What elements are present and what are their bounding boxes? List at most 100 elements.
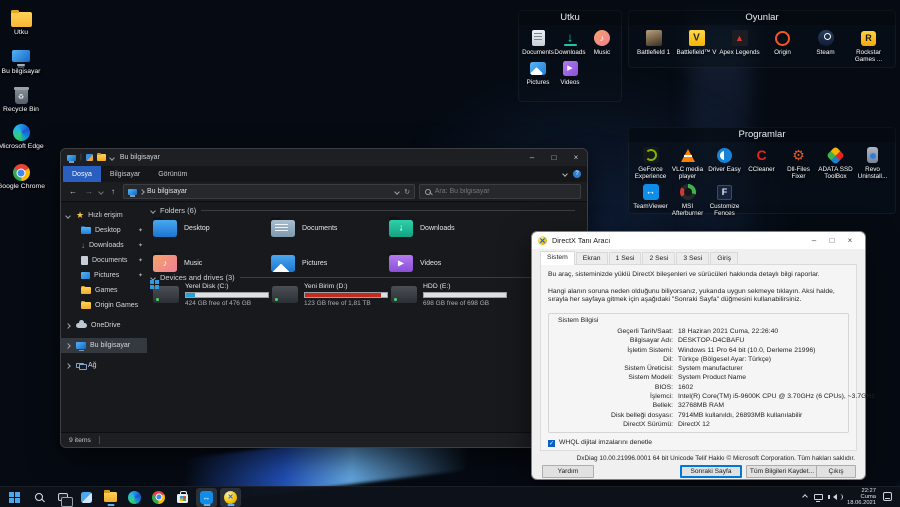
tab-bilgisayar[interactable]: Bilgisayar [101,166,149,182]
address-bar[interactable]: Bu bilgisayar ↻ [123,184,415,199]
shortcut-apex-legends[interactable]: Apex Legends [718,28,761,63]
fence-title[interactable]: Oyunlar [628,10,896,25]
file-explorer-button[interactable] [100,488,121,507]
shortcut-battlefield-1[interactable]: Battlefield 1 [632,28,675,63]
sidebar-item-onedrive[interactable]: OneDrive [61,318,147,333]
refresh-icon[interactable]: ↻ [404,188,410,196]
start-button[interactable] [4,488,25,507]
back-button[interactable]: ← [67,187,79,196]
network-icon[interactable] [814,494,823,500]
widgets-button[interactable] [76,488,97,507]
shortcut-geforce-experience[interactable]: GeForce Experience [632,145,669,180]
shortcut-teamviewer[interactable]: TeamViewer [632,182,669,217]
shortcut-documents[interactable]: Documents [522,28,554,56]
new-folder-icon[interactable] [97,154,106,161]
drive-tile-e[interactable]: HDD (E:) 698 GB free of 698 GB [391,282,510,307]
help-icon[interactable]: ? [573,170,581,178]
expand-ribbon-chevron-icon[interactable] [562,171,568,177]
save-all-information-button[interactable]: Tüm Bilgileri Kaydet... [746,465,818,478]
tab-ses-3[interactable]: 3 Sesi [676,252,709,265]
sidebar-item-downloads[interactable]: ↓Downloads✦ [61,238,147,253]
dxdiag-titlebar[interactable]: DirectX Tanı Aracı – □ × [532,232,865,249]
shortcut-customize-fences[interactable]: Customize Fences [706,182,743,217]
maximize-button[interactable]: □ [543,149,565,166]
action-center-icon[interactable] [883,492,892,501]
properties-icon[interactable] [86,154,93,161]
desktop-icon-edge[interactable]: Microsoft Edge [0,120,46,151]
tab-giris[interactable]: Giriş [710,252,738,265]
close-button[interactable]: × [565,149,587,166]
tab-sistem[interactable]: Sistem [540,251,575,265]
volume-icon[interactable] [830,494,837,500]
whql-checkbox-row[interactable]: ✓ WHQL dijital imzalarını denetle [548,439,849,448]
shortcut-driver-easy[interactable]: Driver Easy [706,145,743,180]
shortcut-revo-uninstaller[interactable]: Revo Uninstall... [854,145,891,180]
section-header-drives[interactable]: Devices and drives (3) [151,273,575,282]
shortcut-music[interactable]: Music [586,28,618,56]
desktop-icon-recycle-bin[interactable]: Recycle Bin [0,83,46,114]
shortcut-msi-afterburner[interactable]: MSI Afterburner [669,182,706,217]
sidebar-item-quick-access[interactable]: ★Hızlı erişim [61,208,147,223]
hidden-icons-chevron-icon[interactable] [802,494,808,500]
desktop-icon-chrome[interactable]: Google Chrome [0,160,46,191]
clock[interactable]: 22:27 Cuma 18.06.2021 [847,488,876,507]
shortcut-vlc[interactable]: VLC media player [669,145,706,180]
edge-button[interactable] [124,488,145,507]
fence-title[interactable]: Programlar [628,127,896,142]
shortcut-downloads[interactable]: Downloads [554,28,586,56]
fence-title[interactable]: Utku [518,10,622,25]
sidebar-item-desktop[interactable]: Desktop✦ [61,223,147,238]
recent-locations-chevron-icon[interactable] [98,189,104,195]
shortcut-battlefield-v[interactable]: Battlefield™ V [675,28,718,63]
exit-button[interactable]: Çıkış [816,465,856,478]
tab-ekran[interactable]: Ekran [576,252,608,265]
section-header-folders[interactable]: Folders (6) [151,206,575,215]
tab-gorunum[interactable]: Görünüm [149,166,196,182]
shortcut-ccleaner[interactable]: CCleaner [743,145,780,180]
dxdiag-button[interactable]: ✕ [220,488,241,507]
quick-access-toolbar-chevron-icon[interactable] [109,155,115,161]
close-button[interactable]: × [841,236,859,245]
minimize-button[interactable]: – [521,149,543,166]
shortcut-pictures[interactable]: Pictures [522,58,554,86]
shortcut-adata-ssd-toolbox[interactable]: ADATA SSD ToolBox [817,145,854,180]
shortcut-steam[interactable]: Steam [804,28,847,63]
shortcut-videos[interactable]: Videos [554,58,586,86]
desktop-icon-utku[interactable]: Utku [0,6,46,37]
folder-tile-downloads[interactable]: Downloads [389,215,507,241]
up-button[interactable]: ↑ [107,187,119,196]
sidebar-item-games[interactable]: Games [61,283,147,298]
sidebar-item-documents[interactable]: Documents✦ [61,253,147,268]
sidebar-item-pictures[interactable]: Pictures✦ [61,268,147,283]
drive-tile-d[interactable]: Yeni Birim (D:) 123 GB free of 1,81 TB [272,282,391,307]
folder-tile-desktop[interactable]: Desktop [153,215,271,241]
minimize-button[interactable]: – [805,236,823,245]
search-box[interactable] [419,184,581,199]
sidebar-item-this-pc[interactable]: Bu bilgisayar [61,338,147,353]
tab-ses-1[interactable]: 1 Sesi [609,252,642,265]
shortcut-dll-files-fixer[interactable]: ⚙Dll-Files Fixer [780,145,817,180]
chrome-button[interactable] [148,488,169,507]
breadcrumb[interactable]: Bu bilgisayar [147,188,187,195]
store-button[interactable] [172,488,193,507]
task-view-button[interactable] [52,488,73,507]
search-button[interactable] [28,488,49,507]
sidebar-item-origin-games[interactable]: Origin Games [61,298,147,313]
search-input[interactable] [435,188,575,195]
address-dropdown-chevron-icon[interactable] [394,189,400,195]
tab-ses-2[interactable]: 2 Sesi [642,252,675,265]
desktop-icon-this-pc[interactable]: Bu bilgisayar [0,45,46,76]
help-button[interactable]: Yardım [542,465,594,478]
shortcut-origin[interactable]: Origin [761,28,804,63]
tab-dosya[interactable]: Dosya [63,166,101,182]
explorer-titlebar[interactable]: | Bu bilgisayar – □ × [61,149,587,166]
sidebar-item-network[interactable]: Ağ [61,358,147,373]
maximize-button[interactable]: □ [823,236,841,245]
forward-button[interactable]: → [83,187,95,196]
drive-tile-c[interactable]: Yerel Disk (C:) 424 GB free of 476 GB [153,282,272,307]
shortcut-rockstar[interactable]: Rockstar Games ... [847,28,890,63]
checkbox-checked-icon[interactable]: ✓ [548,440,555,447]
next-page-button[interactable]: Sonraki Sayfa [680,465,742,478]
teamviewer-button[interactable]: ↔ [196,488,217,507]
folder-tile-documents[interactable]: Documents [271,215,389,241]
